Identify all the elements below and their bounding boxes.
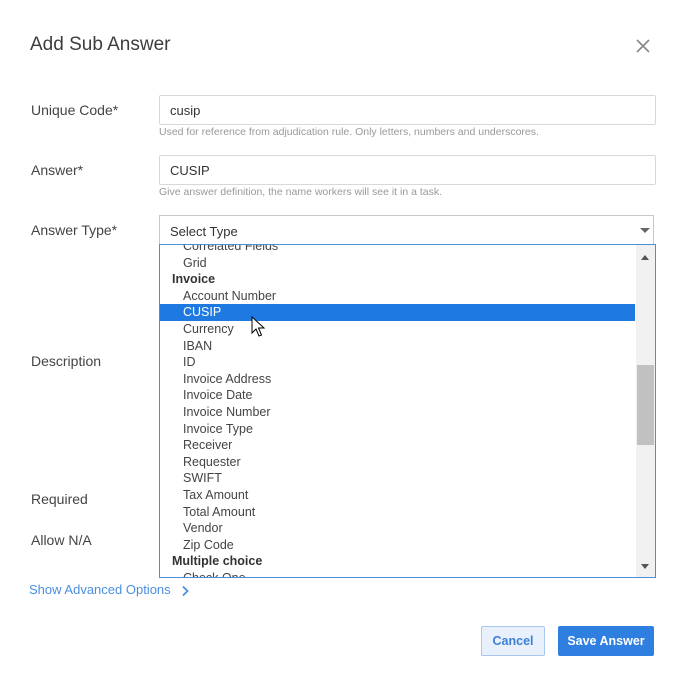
answer-type-option[interactable]: IBAN	[160, 338, 635, 355]
dropdown-arrow-icon[interactable]	[640, 228, 650, 233]
answer-type-select[interactable]: Select Type	[159, 215, 654, 244]
listbox-scrollbar[interactable]	[636, 245, 655, 577]
answer-type-option[interactable]: Account Number	[160, 288, 635, 305]
answer-label: Answer*	[31, 162, 84, 178]
show-advanced-options-link[interactable]: Show Advanced Options	[29, 582, 171, 597]
scroll-up-arrow-icon[interactable]	[641, 255, 649, 260]
answer-type-option[interactable]: Invoice Date	[160, 387, 635, 404]
answer-type-select-value: Select Type	[170, 224, 238, 239]
answer-type-option[interactable]: Currency	[160, 321, 635, 338]
answer-type-option[interactable]: Vendor	[160, 520, 635, 537]
chevron-right-icon[interactable]	[180, 585, 190, 597]
answer-type-option[interactable]: Receiver	[160, 437, 635, 454]
required-label: Required	[31, 491, 88, 507]
answer-type-option[interactable]: Tax Amount	[160, 487, 635, 504]
dialog-title: Add Sub Answer	[30, 34, 171, 55]
answer-type-option[interactable]: SWIFT	[160, 470, 635, 487]
cancel-button[interactable]: Cancel	[481, 626, 545, 656]
answer-hint: Give answer definition, the name workers…	[159, 186, 443, 198]
answer-type-label: Answer Type*	[31, 222, 118, 238]
answer-type-option[interactable]: Invoice Number	[160, 404, 635, 421]
unique-code-hint: Used for reference from adjudication rul…	[159, 126, 539, 138]
option-group-header: Invoice	[172, 272, 216, 287]
answer-type-option[interactable]: CUSIP	[160, 304, 635, 321]
scrollbar-thumb[interactable]	[637, 365, 654, 445]
description-label: Description	[31, 353, 102, 369]
save-answer-button[interactable]: Save Answer	[558, 626, 654, 656]
answer-type-option[interactable]: Correlated Fields	[160, 245, 635, 255]
answer-type-option[interactable]: Zip Code	[160, 537, 635, 554]
answer-input[interactable]	[159, 155, 656, 185]
close-icon[interactable]	[634, 37, 652, 55]
answer-type-option[interactable]: Invoice Address	[160, 371, 635, 388]
answer-type-listbox[interactable]: Correlated Fields Grid Invoice Account Numb…	[159, 244, 656, 578]
unique-code-input[interactable]	[159, 95, 656, 125]
answer-type-option[interactable]: Invoice Type	[160, 421, 635, 438]
answer-type-options: Correlated Fields Grid Invoice Account Numb…	[160, 245, 635, 577]
answer-type-option[interactable]: Grid	[160, 255, 635, 272]
allow-na-label: Allow N/A	[31, 532, 92, 548]
answer-type-option[interactable]: ID	[160, 354, 635, 371]
scroll-down-arrow-icon[interactable]	[641, 564, 649, 569]
option-group-header: Multiple choice	[172, 554, 263, 569]
answer-type-option[interactable]: Total Amount	[160, 504, 635, 521]
answer-type-option[interactable]: Check One	[160, 570, 635, 577]
answer-type-option[interactable]: Requester	[160, 454, 635, 471]
unique-code-label: Unique Code*	[31, 102, 119, 118]
